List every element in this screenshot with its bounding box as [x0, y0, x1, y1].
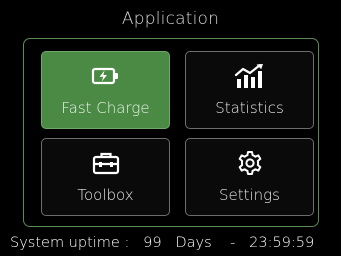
toolbox-icon [42, 150, 169, 176]
settings-label: Settings [218, 186, 280, 204]
battery-charging-icon [42, 63, 169, 89]
settings-button[interactable]: Settings [185, 138, 314, 216]
toolbox-button[interactable]: Toolbox [41, 138, 170, 216]
fast-charge-button[interactable]: Fast Charge [41, 51, 170, 129]
fast-charge-label: Fast Charge [61, 99, 150, 117]
toolbox-label: Toolbox [77, 186, 134, 204]
bar-chart-trend-icon [186, 63, 313, 89]
uptime-label: System uptime : [10, 235, 130, 251]
statistics-button[interactable]: Statistics [185, 51, 314, 129]
page-title: Application [121, 9, 220, 29]
uptime-time: 23:59:59 [249, 235, 315, 251]
uptime-separator: - [230, 235, 236, 251]
uptime-days-unit: Days [175, 235, 212, 251]
status-bar: System uptime : 99 Days - 23:59:59 [10, 235, 314, 251]
app-screen: Application Fast Charge Statistics Toolb… [0, 0, 341, 256]
menu-panel: Fast Charge Statistics Toolbox Settings [23, 38, 319, 227]
statistics-label: Statistics [215, 99, 284, 117]
uptime-days-value: 99 [143, 235, 162, 251]
gear-icon [186, 150, 313, 176]
